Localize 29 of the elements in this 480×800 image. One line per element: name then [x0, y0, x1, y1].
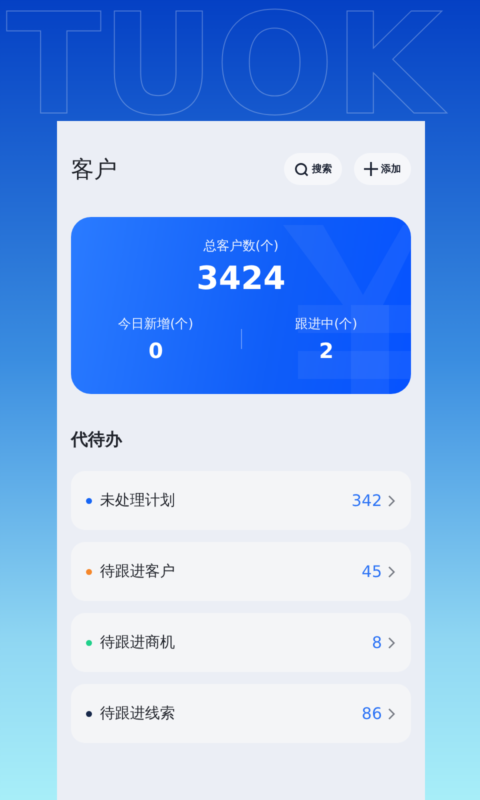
- search-icon: [294, 162, 309, 176]
- plus-icon: [364, 162, 378, 176]
- section-title: 代待办: [71, 429, 124, 451]
- todo-count: 342: [351, 491, 382, 510]
- chevron-icon: [388, 636, 395, 648]
- backdrop-lettering: TUOK: [2, 0, 447, 138]
- todo-label: 待跟进客户: [100, 562, 176, 581]
- stat-label: 跟进中(个): [295, 316, 358, 333]
- todo-label: 未处理计划: [100, 491, 176, 510]
- todo-row[interactable]: 未处理计划 342: [71, 471, 411, 530]
- todo-count: 86: [362, 704, 382, 723]
- chevron-icon: [388, 708, 395, 720]
- todo-count: 45: [362, 562, 382, 581]
- chevron-icon: [388, 494, 395, 506]
- stat-value: 2: [318, 339, 334, 363]
- todo-row[interactable]: 待跟进商机 8: [71, 613, 411, 672]
- search-button[interactable]: 搜索: [284, 153, 342, 185]
- todo-row[interactable]: 待跟进客户 45: [71, 542, 411, 601]
- todo-count: 8: [372, 633, 382, 652]
- stat-value: 0: [148, 339, 164, 363]
- chevron-icon: [388, 566, 395, 578]
- todo-label: 待跟进线索: [100, 704, 176, 723]
- total-label: 总客户数(个): [203, 238, 279, 255]
- stat-label: 今日新增(个): [118, 316, 194, 333]
- page-title: 客户: [71, 156, 118, 184]
- todo-label: 待跟进商机: [100, 633, 176, 652]
- todo-row[interactable]: 待跟进线索 86: [71, 684, 411, 743]
- add-button[interactable]: 添加: [354, 153, 411, 185]
- total-value: 3424: [196, 259, 286, 297]
